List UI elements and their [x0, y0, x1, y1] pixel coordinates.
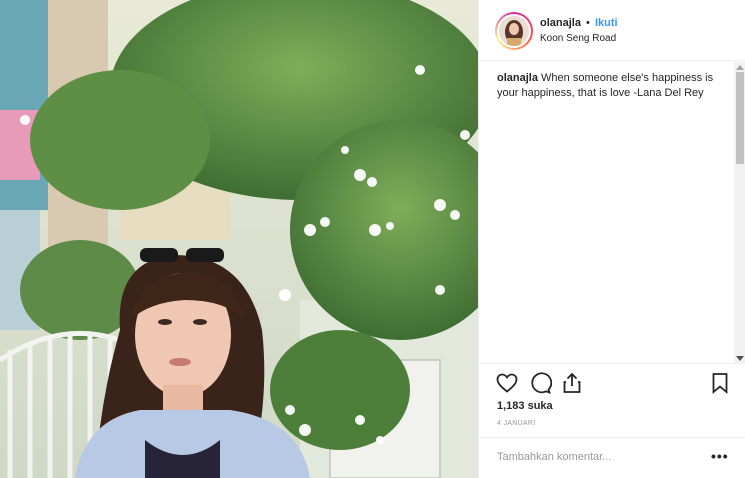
caption-username[interactable]: olanajla	[497, 72, 538, 84]
avatar-image	[499, 16, 529, 46]
avatar[interactable]	[495, 12, 533, 50]
post-sidebar: olanajla • Ikuti Koon Seng Road olanajla…	[478, 0, 745, 478]
follow-button[interactable]: Ikuti	[595, 17, 618, 29]
post-photo[interactable]	[0, 0, 478, 478]
action-bar	[479, 365, 745, 405]
header-username-row: olanajla • Ikuti	[540, 17, 618, 29]
scrollbar[interactable]	[734, 62, 745, 364]
comments-area: olanajla When someone else's happiness i…	[479, 62, 745, 364]
share-icon[interactable]	[560, 371, 584, 395]
post-header: olanajla • Ikuti Koon Seng Road	[479, 0, 745, 61]
location-link[interactable]: Koon Seng Road	[540, 33, 616, 44]
post-image	[0, 0, 478, 478]
more-options-icon[interactable]: •••	[711, 448, 729, 464]
add-comment-bar: •••	[479, 437, 745, 478]
scroll-thumb[interactable]	[736, 72, 744, 164]
scroll-up-arrow-icon[interactable]	[736, 65, 744, 70]
post-date[interactable]: 4 JANUARI	[497, 420, 536, 427]
comment-icon[interactable]	[528, 371, 553, 395]
bookmark-icon[interactable]	[708, 371, 732, 395]
comment-input[interactable]	[497, 451, 697, 463]
separator-dot: •	[586, 17, 590, 29]
likes-count[interactable]: 1,183 suka	[497, 400, 553, 412]
heart-icon[interactable]	[495, 371, 519, 395]
post-caption: olanajla When someone else's happiness i…	[497, 71, 729, 101]
scroll-down-arrow-icon[interactable]	[736, 356, 744, 361]
username-link[interactable]: olanajla	[540, 17, 581, 29]
